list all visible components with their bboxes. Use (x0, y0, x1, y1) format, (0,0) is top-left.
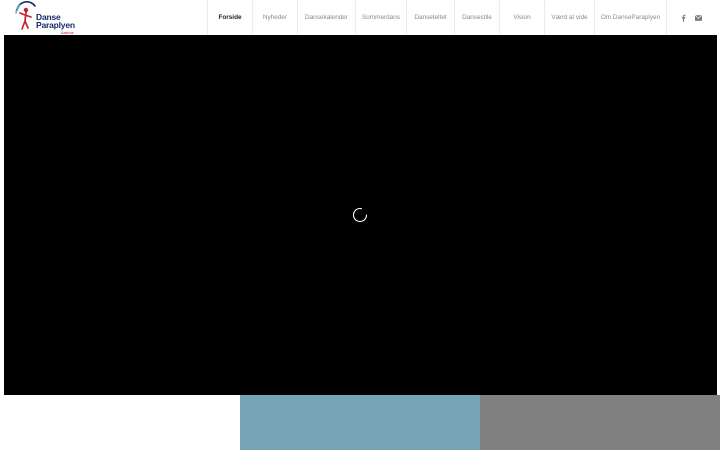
facebook-icon (681, 14, 685, 22)
main-navigation: Forside Nyheder Dansekalender Sommerdans… (207, 0, 667, 35)
nav-item-vision[interactable]: Vision (499, 0, 544, 35)
mail-icon (694, 14, 702, 21)
content-panel-gray (480, 395, 720, 450)
video-player[interactable] (4, 35, 717, 395)
content-panel-left (0, 395, 240, 450)
mail-link[interactable] (691, 0, 705, 35)
nav-item-forside[interactable]: Forside (207, 0, 252, 35)
nav-item-dansestile[interactable]: Dansestile (454, 0, 499, 35)
site-header: Danse Paraplyen Aarhus Forside Nyheder D… (0, 0, 720, 35)
nav-item-vaerd-at-vide[interactable]: Værd at vide (544, 0, 594, 35)
nav-item-dansekalender[interactable]: Dansekalender (297, 0, 355, 35)
facebook-link[interactable] (676, 0, 690, 35)
nav-item-sommerdans[interactable]: Sommerdans (355, 0, 406, 35)
logo-text-line2: Paraplyen (36, 20, 75, 30)
nav-item-nyheder[interactable]: Nyheder (252, 0, 297, 35)
site-logo[interactable]: Danse Paraplyen Aarhus (14, 1, 78, 35)
nav-item-danseteltet[interactable]: Danseteltet (406, 0, 454, 35)
dancer-logo-icon (15, 1, 36, 30)
nav-item-om-denseparaplyen[interactable]: Om DanseParaplyen (594, 0, 667, 35)
loading-spinner-icon (352, 207, 368, 223)
content-panel-blue (240, 395, 480, 450)
